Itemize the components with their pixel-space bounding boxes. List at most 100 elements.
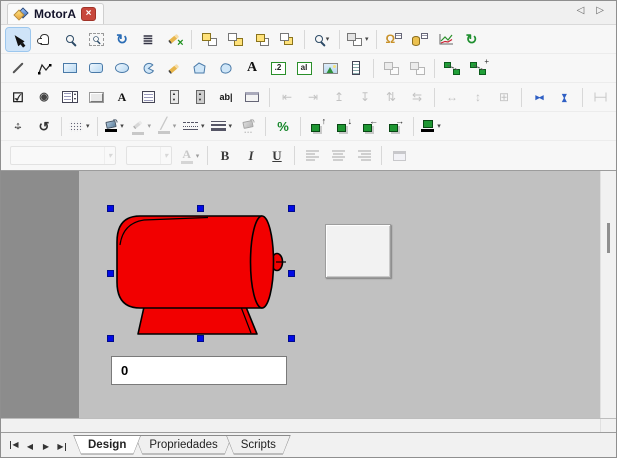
go-last-button[interactable]: ▶	[54, 439, 70, 455]
shift-down-button[interactable]: ↓	[332, 115, 356, 138]
center-vertical-screen-button[interactable]: ▸◂	[553, 86, 577, 109]
shift-up-button[interactable]: ↑	[306, 115, 330, 138]
checkbox-tool[interactable]: ☑	[6, 86, 30, 109]
selection-handle-s[interactable]	[197, 335, 204, 342]
pan-tool[interactable]	[32, 28, 56, 51]
selection-handle-n[interactable]	[197, 205, 204, 212]
center-horizontal-button[interactable]: ⇆	[405, 86, 429, 109]
arc-tool[interactable]	[136, 57, 160, 80]
align-right-button[interactable]: ⇥	[301, 86, 325, 109]
percent-fill-button[interactable]: %	[271, 115, 295, 138]
go-next-button[interactable]: ▶	[38, 439, 54, 455]
connect-object-tool[interactable]	[440, 57, 464, 80]
font-name-combobox[interactable]: ▾	[6, 144, 120, 167]
scrollbar-tool[interactable]: ▲▼	[188, 86, 212, 109]
text-align-left-button[interactable]	[300, 144, 324, 167]
motor-shape[interactable]	[110, 211, 290, 337]
align-bottom-button[interactable]: ↧	[353, 86, 377, 109]
horizontal-scrollbar[interactable]	[1, 419, 600, 432]
connect-object-add-tool[interactable]	[466, 57, 490, 80]
text-align-center-button[interactable]	[326, 144, 350, 167]
brush-style-dropdown[interactable]: ▾	[129, 115, 154, 138]
default-color-dropdown[interactable]: ▾	[419, 115, 443, 138]
scroll-tabs-left-button[interactable]: ◁	[577, 6, 585, 16]
ungroup-button[interactable]	[405, 57, 429, 80]
rounded-rectangle-tool[interactable]	[84, 57, 108, 80]
go-previous-button[interactable]: ◀	[22, 439, 38, 455]
recipe-browser-button[interactable]: ↻	[460, 28, 484, 51]
line-width-dropdown[interactable]: ▾	[209, 115, 235, 138]
scale-tool[interactable]	[344, 57, 368, 80]
selection-handle-sw[interactable]	[107, 335, 114, 342]
same-width-button[interactable]: ↔	[440, 86, 464, 109]
view-tab-design[interactable]: Design	[73, 435, 141, 455]
closed-curve-tool[interactable]	[214, 57, 238, 80]
picture-tool[interactable]	[318, 57, 342, 80]
chart-browser-button[interactable]	[434, 28, 458, 51]
textbox-tool[interactable]: al	[292, 57, 316, 80]
line-style-dropdown[interactable]: ▾	[181, 115, 207, 138]
send-to-window-button[interactable]	[387, 144, 411, 167]
go-first-button[interactable]: ◀	[6, 437, 22, 453]
polyline-tool[interactable]	[32, 57, 56, 80]
shift-right-button[interactable]: →	[384, 115, 408, 138]
bring-forward-button[interactable]	[249, 28, 273, 51]
same-height-button[interactable]: ↕	[466, 86, 490, 109]
space-across-button[interactable]	[588, 86, 612, 109]
radio-button-tool[interactable]: ◉	[32, 86, 56, 109]
selection-handle-nw[interactable]	[107, 205, 114, 212]
italic-button[interactable]: I	[239, 144, 263, 167]
selection-handle-w[interactable]	[107, 270, 114, 277]
grid-dropdown[interactable]: ▾	[67, 115, 92, 138]
select-tool[interactable]	[6, 28, 30, 51]
listbox-tool[interactable]	[136, 86, 160, 109]
tab-order-tool[interactable]: ≣	[136, 28, 160, 51]
group-button[interactable]	[379, 57, 403, 80]
edit-tool[interactable]: ab|	[214, 86, 238, 109]
vertical-scrollbar[interactable]	[600, 171, 616, 418]
underline-button[interactable]: U	[265, 144, 289, 167]
selection-handle-se[interactable]	[288, 335, 295, 342]
selection-handle-e[interactable]	[288, 270, 295, 277]
send-backward-button[interactable]	[275, 28, 299, 51]
selection-handle-ne[interactable]	[288, 205, 295, 212]
zoom-tool[interactable]	[58, 28, 82, 51]
command-button-object[interactable]	[325, 224, 391, 278]
display-tool[interactable]: .2	[266, 57, 290, 80]
ellipse-tool[interactable]	[110, 57, 134, 80]
line-tool[interactable]	[6, 57, 30, 80]
fill-color-dropdown[interactable]: ▾	[103, 115, 127, 138]
view-tab-propriedades[interactable]: Propriedades	[134, 435, 232, 455]
scroll-tabs-right-button[interactable]: ▷	[596, 6, 604, 16]
combobox-tool[interactable]: ▲▼	[58, 86, 82, 109]
text-tool[interactable]: A	[240, 57, 264, 80]
send-to-back-button[interactable]	[223, 28, 247, 51]
line-color-dropdown[interactable]: ╱▾	[155, 115, 179, 138]
nudge-tool[interactable]: ↔↕	[6, 115, 30, 138]
freehand-tool[interactable]	[162, 57, 186, 80]
bring-to-front-button[interactable]	[197, 28, 221, 51]
polygon-tool[interactable]	[188, 57, 212, 80]
zoom-area-tool[interactable]	[84, 28, 108, 51]
view-tab-scripts[interactable]: Scripts	[226, 435, 291, 455]
alarm-browser-button[interactable]: Ω	[382, 28, 406, 51]
display-object[interactable]: 0	[111, 356, 287, 385]
fill-effects-button[interactable]: …	[236, 115, 260, 138]
align-left-button[interactable]: ⇤	[275, 86, 299, 109]
font-color-dropdown[interactable]: A▾	[178, 144, 202, 167]
vertical-scrollbar-thumb[interactable]	[607, 223, 610, 253]
align-top-button[interactable]: ↥	[327, 86, 351, 109]
label-tool[interactable]: A	[110, 86, 134, 109]
same-size-button[interactable]: ⊞	[492, 86, 516, 109]
center-horizontal-screen-button[interactable]: ▸◂	[527, 86, 551, 109]
font-size-combobox[interactable]: ▾	[122, 144, 176, 167]
close-tab-button[interactable]: ×	[81, 7, 96, 21]
zoom-level-dropdown[interactable]: ▾	[310, 28, 334, 51]
toggle-edit-mode-tool[interactable]: ×	[162, 28, 186, 51]
rotate-tool[interactable]: ↻	[110, 28, 134, 51]
group-select-dropdown[interactable]: ▾	[345, 28, 371, 51]
bold-button[interactable]: B	[213, 144, 237, 167]
frame-tool[interactable]	[240, 86, 264, 109]
text-align-right-button[interactable]	[352, 144, 376, 167]
updown-tool[interactable]: ▲▼	[162, 86, 186, 109]
